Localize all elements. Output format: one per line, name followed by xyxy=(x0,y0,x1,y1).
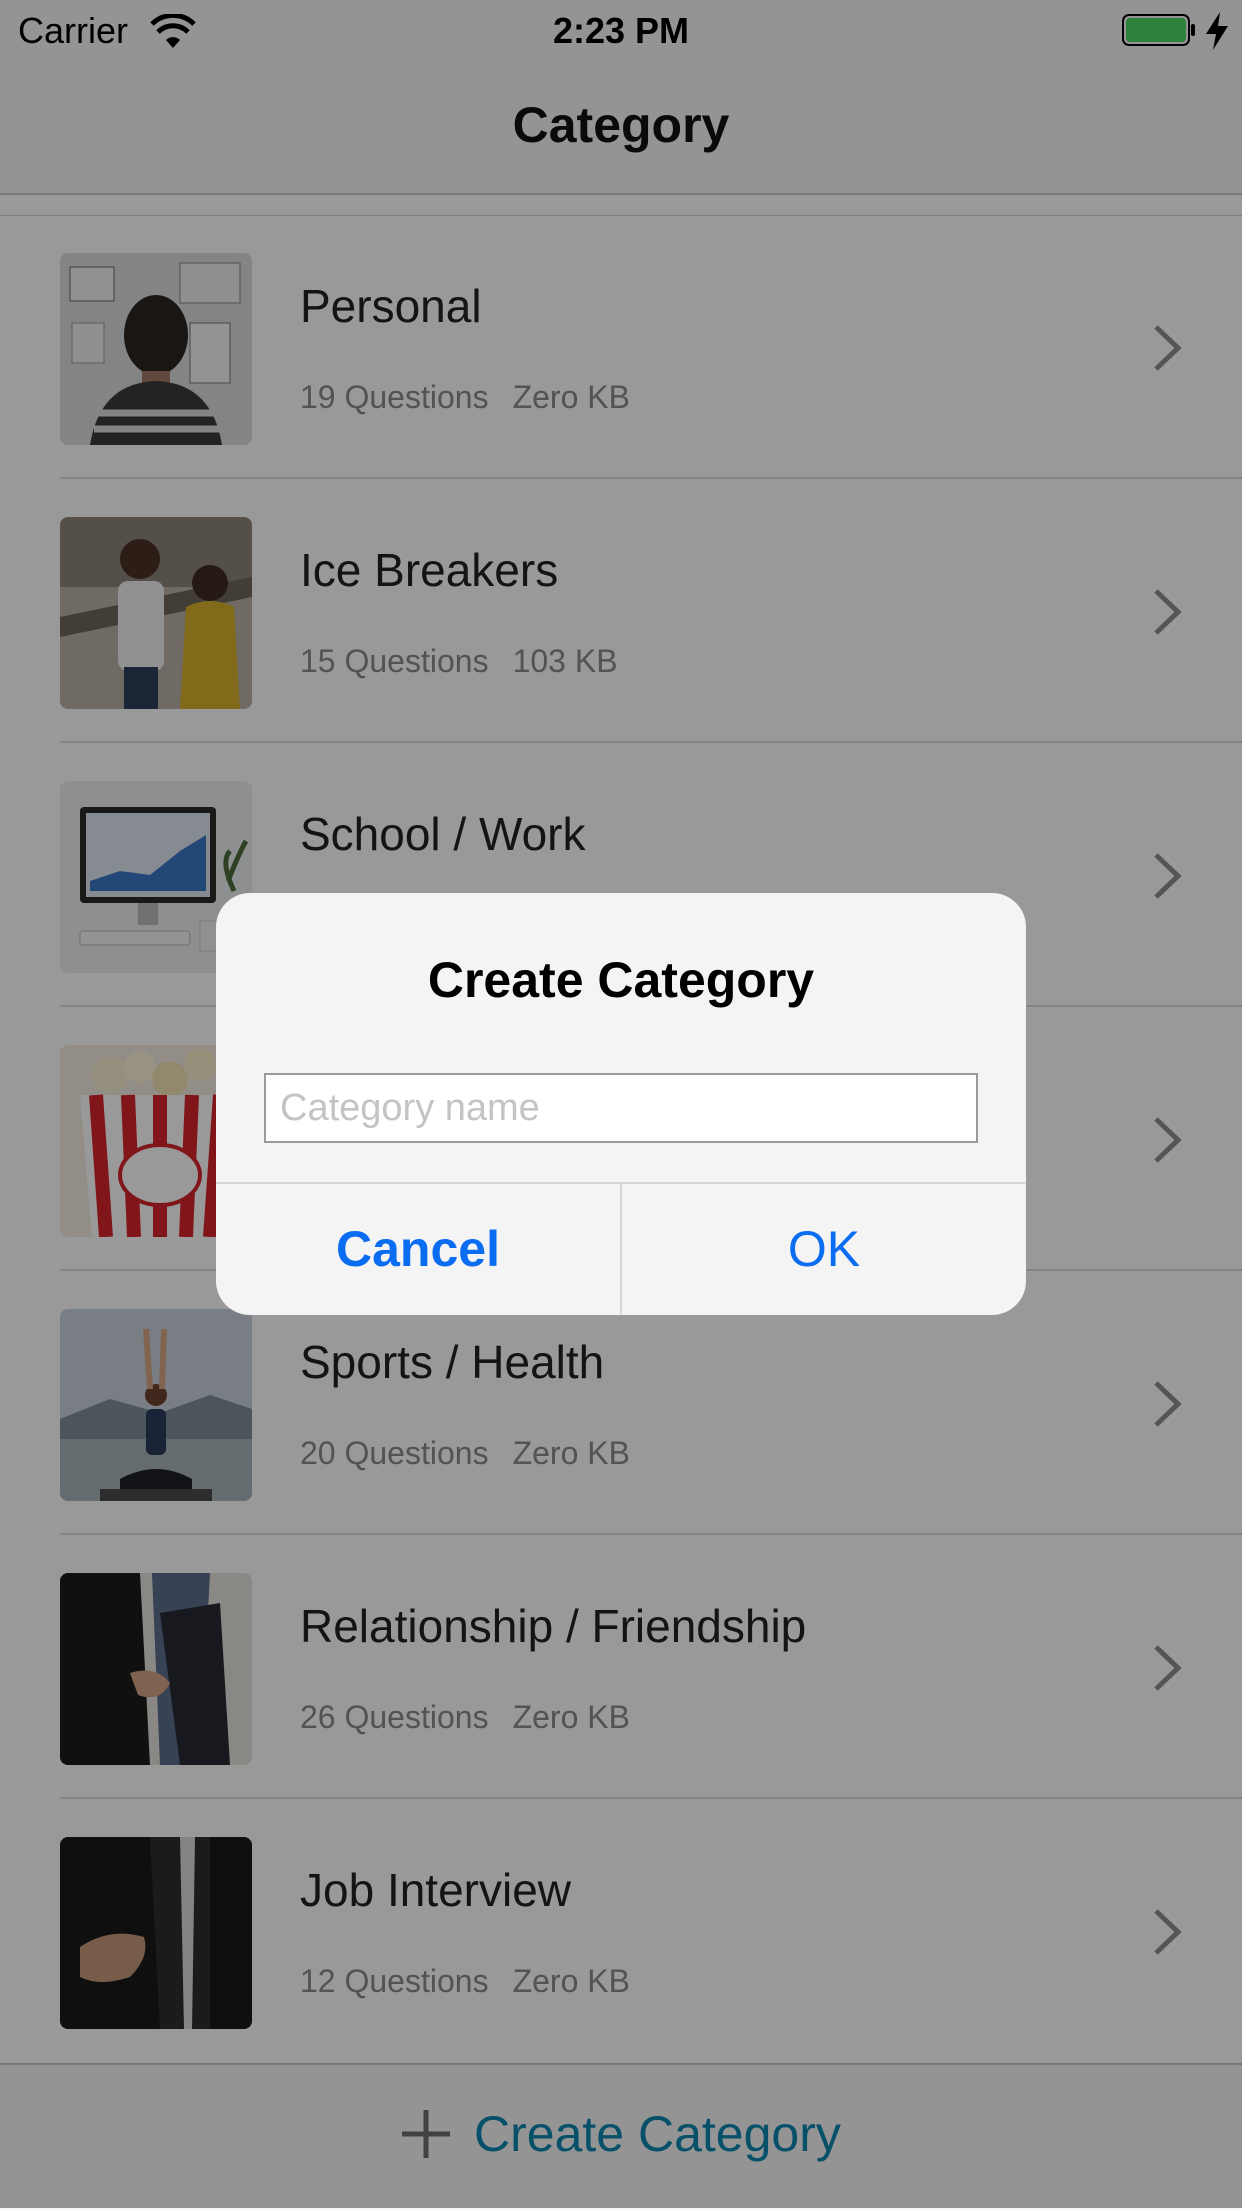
cancel-button[interactable]: Cancel xyxy=(216,1184,620,1315)
dialog-title: Create Category xyxy=(427,952,815,1008)
create-category-dialog: Create Category Cancel OK xyxy=(216,893,1026,1315)
ok-button[interactable]: OK xyxy=(622,1184,1026,1315)
category-name-input[interactable] xyxy=(264,1073,978,1143)
